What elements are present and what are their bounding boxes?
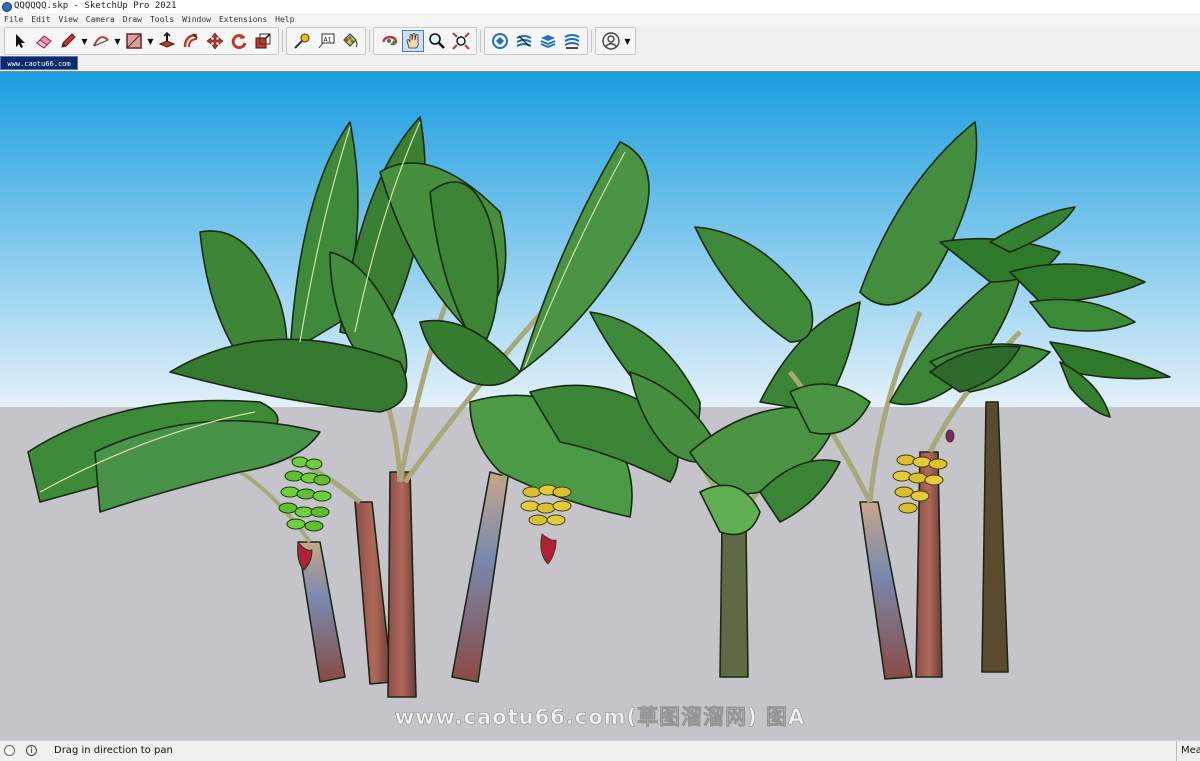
rotate-icon: [231, 34, 247, 50]
toolbar-group-getting-started: ▼ ▼ ▼: [4, 27, 279, 55]
scene-tab-bar: www.caotu66.com: [0, 55, 1200, 71]
warehouse-tool[interactable]: [489, 30, 511, 52]
3d-warehouse-icon: [492, 33, 508, 49]
toolbar-separator: [591, 30, 592, 52]
viewport-canvas[interactable]: [0, 72, 1200, 741]
line-tool[interactable]: [57, 30, 79, 52]
scale-tool[interactable]: [252, 30, 274, 52]
tape-measure-icon: [294, 33, 310, 49]
rectangle-tool-dropdown-chevron-down-icon[interactable]: ▼: [146, 30, 155, 52]
toolbar-separator: [480, 30, 481, 52]
offset-icon: [183, 33, 198, 48]
tape-measure-tool[interactable]: [291, 30, 313, 52]
eraser-icon: [36, 35, 52, 49]
banana-trunk: [915, 451, 943, 678]
arc-icon: [93, 36, 109, 47]
extension-manager-icon: [564, 34, 580, 49]
push-pull-tool[interactable]: [156, 30, 178, 52]
sketchup-app-icon: [2, 1, 12, 12]
move-arrows-icon: [206, 32, 224, 50]
arc-tool[interactable]: [90, 30, 112, 52]
zoom-magnifier-icon: [429, 33, 445, 49]
layout-tool[interactable]: [537, 30, 559, 52]
toolbar-separator: [369, 30, 370, 52]
rotate-tool[interactable]: [228, 30, 250, 52]
scene-tab[interactable]: www.caotu66.com: [0, 56, 78, 70]
zoom-extents-tool[interactable]: [450, 30, 472, 52]
menu-window[interactable]: Window: [182, 13, 211, 27]
paint-bucket-tool[interactable]: [339, 30, 361, 52]
toolbar-separator: [282, 30, 283, 52]
menu-draw[interactable]: Draw: [123, 13, 142, 27]
scale-icon: [255, 33, 271, 49]
arrow-cursor-icon: [16, 34, 25, 48]
rectangle-icon: [126, 33, 142, 49]
menu-extensions[interactable]: Extensions: [219, 13, 267, 27]
status-bar: i Drag in direction to pan Measurements: [0, 740, 1200, 761]
account-tool[interactable]: [600, 30, 622, 52]
modeling-viewport[interactable]: www.caotu66.com(草图溜溜网) 图A: [0, 71, 1200, 741]
orbit-tool[interactable]: [378, 30, 400, 52]
window-title: QQQQQQ.skp - SketchUp Pro 2021: [14, 1, 177, 11]
offset-tool[interactable]: [180, 30, 202, 52]
rectangle-tool[interactable]: [123, 30, 145, 52]
menu-bar: File Edit View Camera Draw Tools Window …: [0, 13, 1200, 27]
line-tool-dropdown-chevron-down-icon[interactable]: ▼: [80, 30, 89, 52]
menu-view[interactable]: View: [59, 13, 78, 27]
toolbar-group-camera: [373, 27, 477, 55]
user-account-icon: [602, 32, 620, 50]
menu-camera[interactable]: Camera: [86, 13, 115, 27]
toolbar-group-construction: A1: [286, 27, 366, 55]
menu-file[interactable]: File: [4, 13, 23, 27]
arc-tool-dropdown-chevron-down-icon[interactable]: ▼: [113, 30, 122, 52]
menu-help[interactable]: Help: [275, 13, 294, 27]
extension-warehouse-icon: [516, 35, 532, 47]
text-tool[interactable]: A1: [315, 30, 337, 52]
layout-icon: [540, 35, 556, 48]
extension-warehouse-tool[interactable]: [513, 30, 535, 52]
measurements-box[interactable]: Measurements: [1176, 741, 1200, 761]
toolbar: ▼ ▼ ▼ A1 ▼: [0, 27, 1200, 55]
text-label-icon: A1: [318, 33, 335, 49]
push-pull-icon: [158, 32, 176, 48]
pan-hand-icon: [406, 33, 419, 49]
extension-manager-tool[interactable]: [561, 30, 583, 52]
paint-bucket-icon: [343, 33, 358, 48]
eraser-tool[interactable]: [33, 30, 55, 52]
select-tool[interactable]: [9, 30, 31, 52]
zoom-extents-icon: [452, 32, 470, 50]
menu-tools[interactable]: Tools: [150, 13, 174, 27]
pan-tool[interactable]: [402, 30, 424, 52]
banana-trunk: [719, 526, 749, 678]
pencil-icon: [61, 33, 76, 48]
account-dropdown-chevron-down-icon[interactable]: ▼: [623, 30, 632, 52]
orbit-icon: [382, 35, 398, 46]
watermark-text: www.caotu66.com(草图溜溜网) 图A: [394, 705, 806, 730]
title-bar: QQQQQQ.skp - SketchUp Pro 2021: [0, 0, 1200, 13]
toolbar-group-warehouse: [484, 27, 588, 55]
zoom-tool[interactable]: [426, 30, 448, 52]
geo-location-icon[interactable]: [4, 745, 15, 756]
menu-edit[interactable]: Edit: [31, 13, 50, 27]
info-icon[interactable]: i: [26, 745, 37, 756]
toolbar-group-account: ▼: [595, 27, 636, 55]
text-tool-glyph: A1: [324, 37, 332, 44]
status-message: Drag in direction to pan: [54, 745, 173, 756]
move-tool[interactable]: [204, 30, 226, 52]
